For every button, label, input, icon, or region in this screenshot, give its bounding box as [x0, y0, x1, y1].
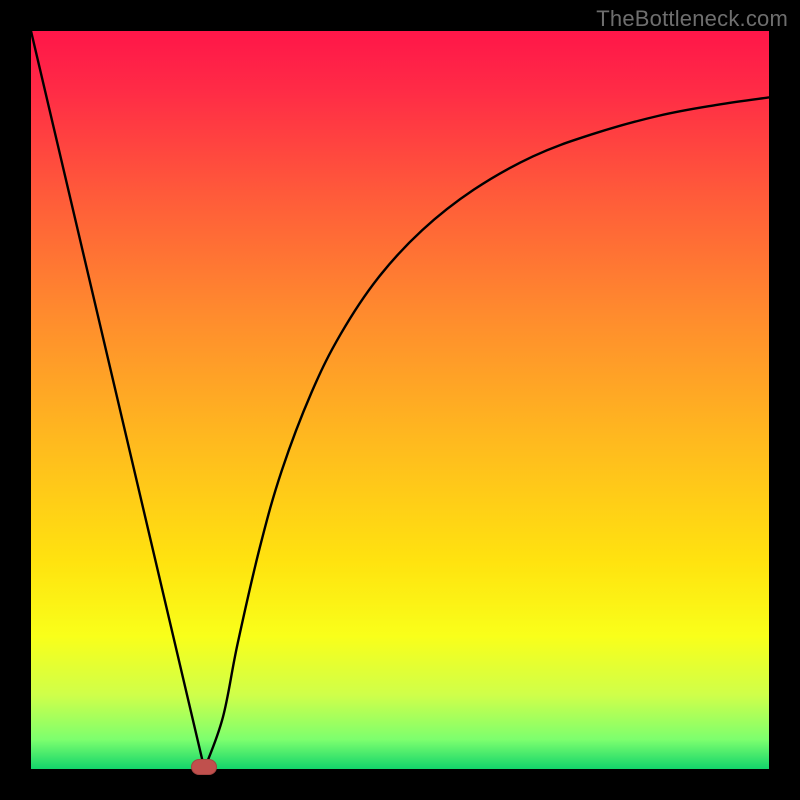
chart-frame: TheBottleneck.com — [0, 0, 800, 800]
watermark-text: TheBottleneck.com — [596, 6, 788, 32]
bottleneck-curve — [31, 31, 769, 769]
bottleneck-minimum-marker — [191, 759, 217, 775]
plot-area — [31, 31, 769, 769]
